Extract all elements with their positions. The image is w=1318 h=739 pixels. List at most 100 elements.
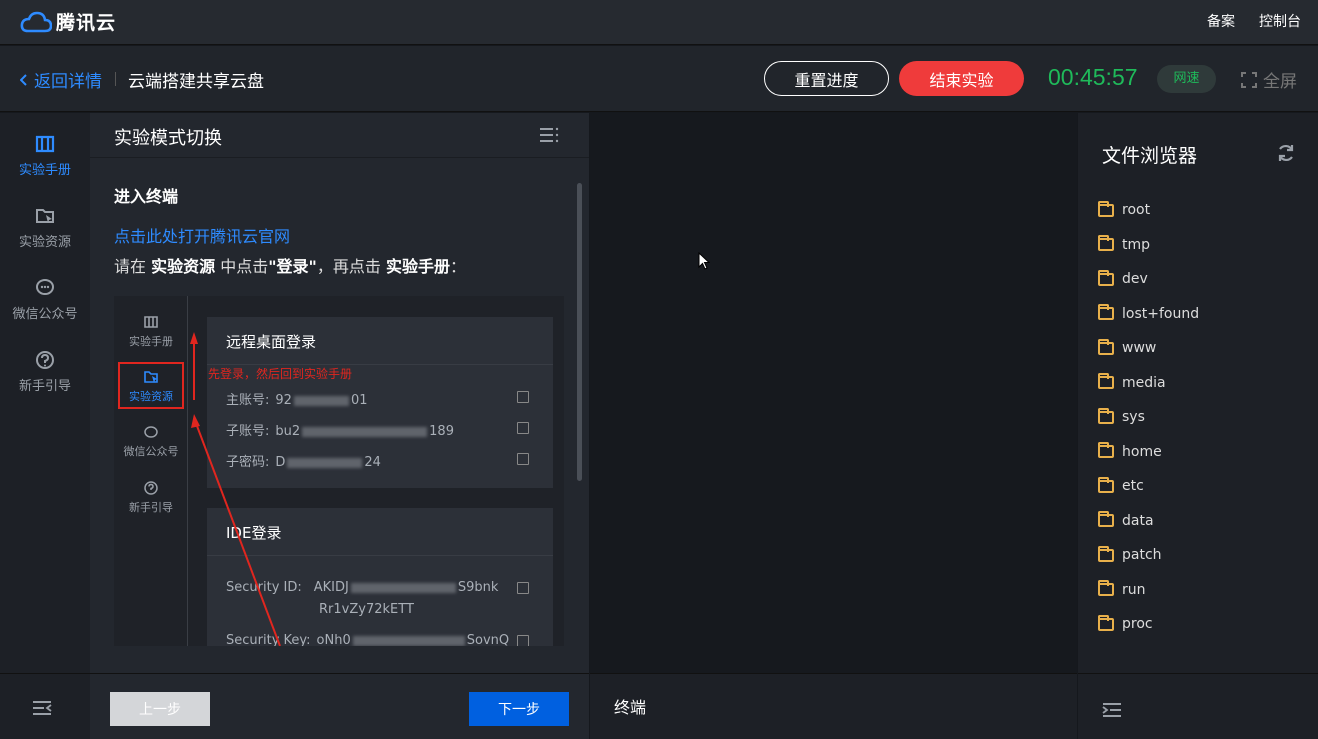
sidebar-item-resources[interactable]: 实验资源 xyxy=(0,205,90,250)
row-label: Security ID: xyxy=(226,580,302,595)
console-link[interactable]: 控制台 xyxy=(1259,11,1301,31)
previous-step-button[interactable]: 上一步 xyxy=(110,692,210,726)
folder-item[interactable]: dev xyxy=(1098,262,1298,297)
sidebar-item-label: 微信公众号 xyxy=(12,307,78,322)
cloud-logo-icon xyxy=(20,11,52,32)
sidebar-item-guide[interactable]: 新手引导 xyxy=(0,349,90,394)
mini-item-label: 实验手册 xyxy=(129,335,173,348)
countdown-timer: 00:45:57 xyxy=(1048,64,1138,90)
network-speed-badge[interactable]: 网速 xyxy=(1157,65,1216,93)
file-list: root tmp dev lost+found www media sys ho… xyxy=(1098,193,1298,642)
folder-icon xyxy=(1098,614,1114,631)
value-end: 24 xyxy=(364,455,381,470)
collapse-menu-icon[interactable] xyxy=(32,700,52,716)
folder-icon xyxy=(1098,511,1114,528)
manual-content[interactable]: 进入终端 点击此处打开腾讯云官网 请在 实验资源 中点击"登录"，再点击 实验手… xyxy=(90,159,589,673)
annotation-text: 先登录，然后回到实验手册 xyxy=(208,367,353,381)
file-browser-panel: 文件浏览器 root tmp dev lost+found www media … xyxy=(1078,113,1318,673)
highlight-box xyxy=(118,362,184,409)
copy-icon xyxy=(517,391,529,403)
copy-icon xyxy=(517,422,529,434)
folder-icon xyxy=(1098,200,1114,217)
beian-link[interactable]: 备案 xyxy=(1207,11,1235,31)
instr-bold: 实验资源 xyxy=(151,257,216,276)
sidebar-item-wechat[interactable]: 微信公众号 xyxy=(0,277,90,322)
redacted-value xyxy=(352,635,465,646)
folder-item[interactable]: root xyxy=(1098,193,1298,228)
sidebar-footer xyxy=(0,673,90,739)
back-to-details-link[interactable]: 返回详情 xyxy=(20,67,102,92)
folder-item[interactable]: tmp xyxy=(1098,228,1298,263)
copy-icon xyxy=(517,453,529,465)
mouse-cursor-icon xyxy=(698,252,710,270)
folder-name: lost+found xyxy=(1122,305,1200,322)
folder-name: etc xyxy=(1122,478,1144,495)
expand-menu-icon[interactable] xyxy=(1102,702,1122,718)
list-menu-icon[interactable] xyxy=(539,127,559,143)
ide-login-card: IDE登录 Security ID: AKIDJ S9bnk Rr1vZy72kET… xyxy=(207,508,553,646)
row-value: bu2 189 xyxy=(275,424,454,439)
folder-item[interactable]: proc xyxy=(1098,607,1298,642)
value-start: 92 xyxy=(275,393,292,408)
folder-icon xyxy=(1098,407,1114,424)
top-bar: 腾讯云 备案 控制台 xyxy=(0,0,1318,45)
folder-icon xyxy=(1098,304,1114,321)
folder-item[interactable]: run xyxy=(1098,573,1298,608)
step-title: 进入终端 xyxy=(114,187,179,206)
value-start: oNh0 xyxy=(316,633,351,646)
value-start: AKIDJ xyxy=(313,580,349,595)
folder-icon xyxy=(1098,476,1114,493)
copy-icon xyxy=(517,635,529,646)
instr-bold: "登录" xyxy=(268,257,317,276)
instruction-text: 请在 实验资源 中点击"登录"，再点击 实验手册： xyxy=(114,253,466,277)
value-end: SovnQ xyxy=(466,633,510,646)
folder-item[interactable]: www xyxy=(1098,331,1298,366)
tencent-cloud-logo[interactable]: 腾讯云 xyxy=(20,8,116,35)
next-step-button[interactable]: 下一步 xyxy=(469,692,569,726)
instr-part: ，再点击 xyxy=(316,257,386,276)
instruction-screenshot: 实验手册 实验资源 微信公众号 新手引导 远程桌面登录 主账号: 92 01 子… xyxy=(114,296,564,646)
value-start: bu2 xyxy=(275,424,301,439)
back-label: 返回详情 xyxy=(34,72,102,92)
folder-name: run xyxy=(1122,581,1146,598)
card-title: IDE登录 xyxy=(207,508,553,556)
lab-title: 云端搭建共享云盘 xyxy=(128,72,264,92)
question-icon xyxy=(36,351,54,369)
folder-item[interactable]: home xyxy=(1098,435,1298,470)
redacted-value xyxy=(302,426,428,437)
brand-name: 腾讯云 xyxy=(56,12,117,34)
instr-part: 请在 xyxy=(114,257,152,276)
folder-item[interactable]: data xyxy=(1098,504,1298,539)
security-key-row: Security Key: oNh0 SovnQ xyxy=(226,633,509,646)
mini-sidebar: 实验手册 实验资源 微信公众号 新手引导 xyxy=(114,296,188,646)
reset-progress-button[interactable]: 重置进度 xyxy=(764,61,889,96)
scrollbar[interactable] xyxy=(577,183,582,481)
mini-item-manual: 实验手册 xyxy=(114,314,188,349)
sub-password-row: 子密码: D 24 xyxy=(226,451,381,470)
terminal-label[interactable]: 终端 xyxy=(614,694,646,718)
folder-item[interactable]: etc xyxy=(1098,469,1298,504)
redacted-value xyxy=(287,457,363,468)
fullscreen-button[interactable]: 全屏 xyxy=(1241,67,1297,92)
folder-name: tmp xyxy=(1122,236,1151,253)
folder-item[interactable]: sys xyxy=(1098,400,1298,435)
manual-title: 实验模式切换 xyxy=(114,128,222,149)
lab-header: 返回详情 云端搭建共享云盘 重置进度 结束实验 00:45:57 网速 全屏 xyxy=(0,46,1318,112)
book-icon xyxy=(144,316,158,328)
end-lab-button[interactable]: 结束实验 xyxy=(899,61,1024,96)
terminal-area[interactable] xyxy=(590,113,1077,673)
folder-name: proc xyxy=(1122,616,1153,633)
refresh-icon[interactable] xyxy=(1276,143,1296,163)
open-tencent-cloud-link[interactable]: 点击此处打开腾讯云官网 xyxy=(114,223,290,247)
book-icon xyxy=(35,135,55,153)
folder-item[interactable]: patch xyxy=(1098,538,1298,573)
redacted-value xyxy=(350,582,456,593)
row-label: 子密码: xyxy=(226,455,270,470)
folder-name: www xyxy=(1122,340,1157,357)
folder-item[interactable]: media xyxy=(1098,366,1298,401)
card-title: 远程桌面登录 xyxy=(207,317,553,365)
sidebar-item-manual[interactable]: 实验手册 xyxy=(0,133,90,178)
value-end: 01 xyxy=(350,393,368,408)
fullscreen-icon xyxy=(1241,71,1257,88)
folder-item[interactable]: lost+found xyxy=(1098,297,1298,332)
